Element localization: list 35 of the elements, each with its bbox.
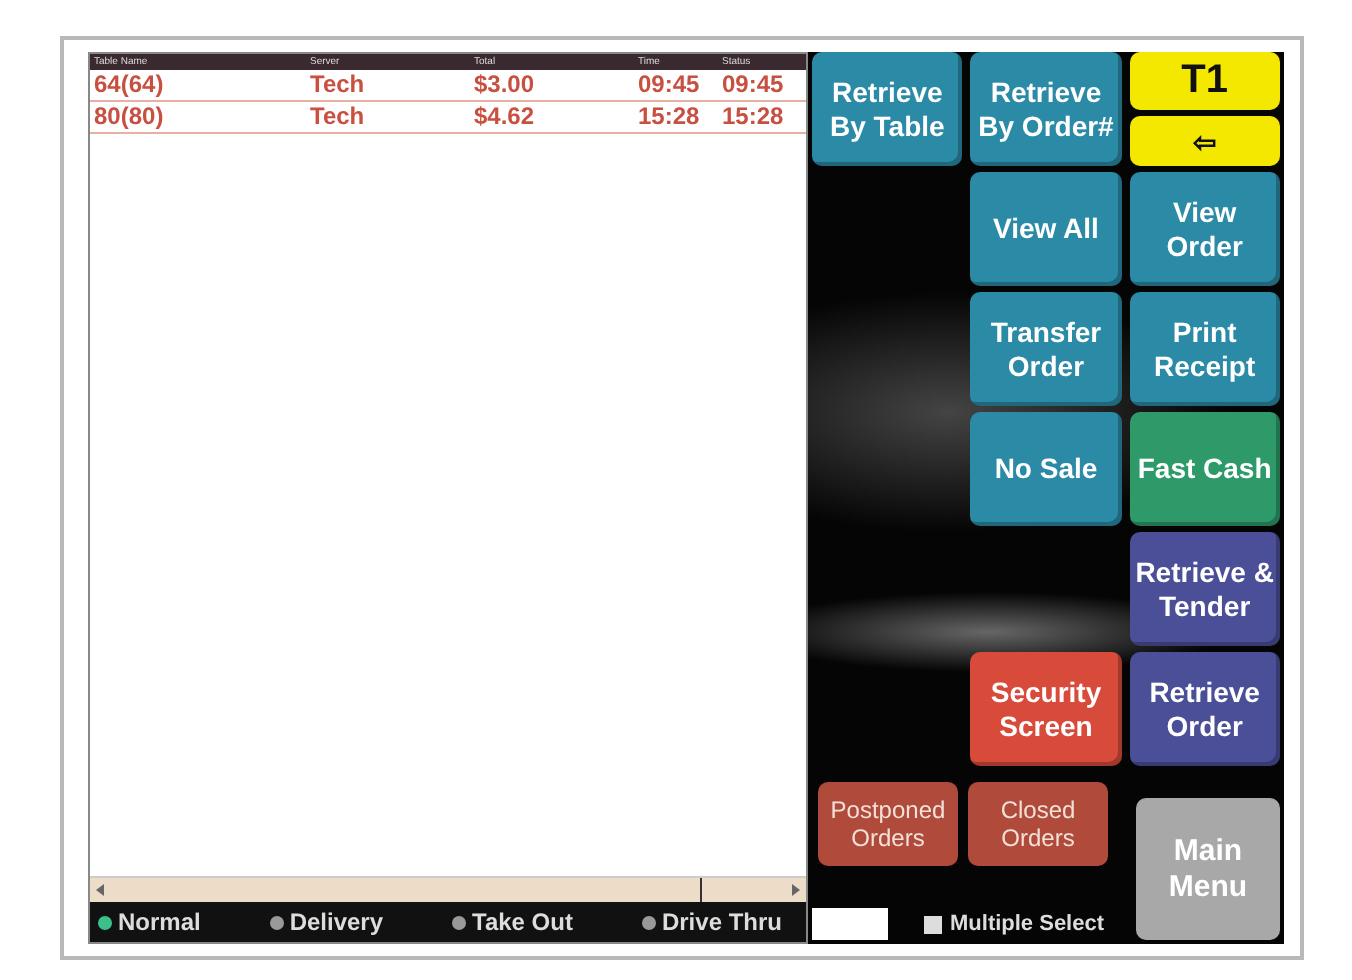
- action-button[interactable]: Retrieve By Table: [812, 52, 963, 166]
- table-cell-text: 64(64): [92, 70, 166, 100]
- action-button[interactable]: Retrieve & Tender: [1129, 532, 1280, 646]
- orders-button[interactable]: Postponed Orders: [818, 782, 958, 866]
- table-cell-text: $4.62: [474, 102, 537, 132]
- action-button[interactable]: View All: [970, 172, 1122, 286]
- action-button[interactable]: Retrieve Order: [1129, 652, 1280, 766]
- table-cell-text: $3.00: [474, 70, 537, 100]
- action-button[interactable]: Fast Cash: [1129, 412, 1280, 526]
- back-button[interactable]: ⇦: [1129, 116, 1280, 166]
- action-button[interactable]: Transfer Order: [970, 292, 1122, 406]
- order-type-option[interactable]: Drive Thru: [641, 908, 782, 936]
- action-button[interactable]: Security Screen: [970, 652, 1122, 766]
- order-type-option[interactable]: Normal: [98, 908, 201, 936]
- table-cell-text: 80(80): [92, 102, 166, 132]
- table-cell-text: Tech: [310, 102, 367, 132]
- table-cell-text: 15:28: [722, 102, 786, 132]
- order-type-option[interactable]: Take Out: [452, 908, 573, 936]
- action-button[interactable]: Print Receipt: [1129, 292, 1280, 406]
- action-button[interactable]: View Order: [1129, 172, 1280, 286]
- order-type-option[interactable]: Delivery: [269, 908, 384, 936]
- action-button[interactable]: No Sale: [970, 412, 1122, 526]
- table-cell-text: Tech: [310, 70, 367, 100]
- scroll-right-icon[interactable]: [790, 884, 802, 896]
- main-menu-button[interactable]: Main Menu: [1136, 798, 1280, 940]
- horizontal-scrollbar[interactable]: [90, 876, 806, 902]
- table-cell-text: 09:45: [722, 70, 786, 100]
- action-button[interactable]: Retrieve By Order#: [970, 52, 1122, 166]
- terminal-button[interactable]: T1: [1129, 52, 1280, 111]
- scroll-left-icon[interactable]: [94, 884, 106, 896]
- input-field[interactable]: [812, 908, 888, 940]
- multiple-select-checkbox[interactable]: Multiple Select: [924, 912, 1105, 936]
- table-cell-text: 09:45: [638, 70, 702, 100]
- table-cell-text: 15:28: [638, 102, 702, 132]
- orders-button[interactable]: Closed Orders: [968, 782, 1108, 866]
